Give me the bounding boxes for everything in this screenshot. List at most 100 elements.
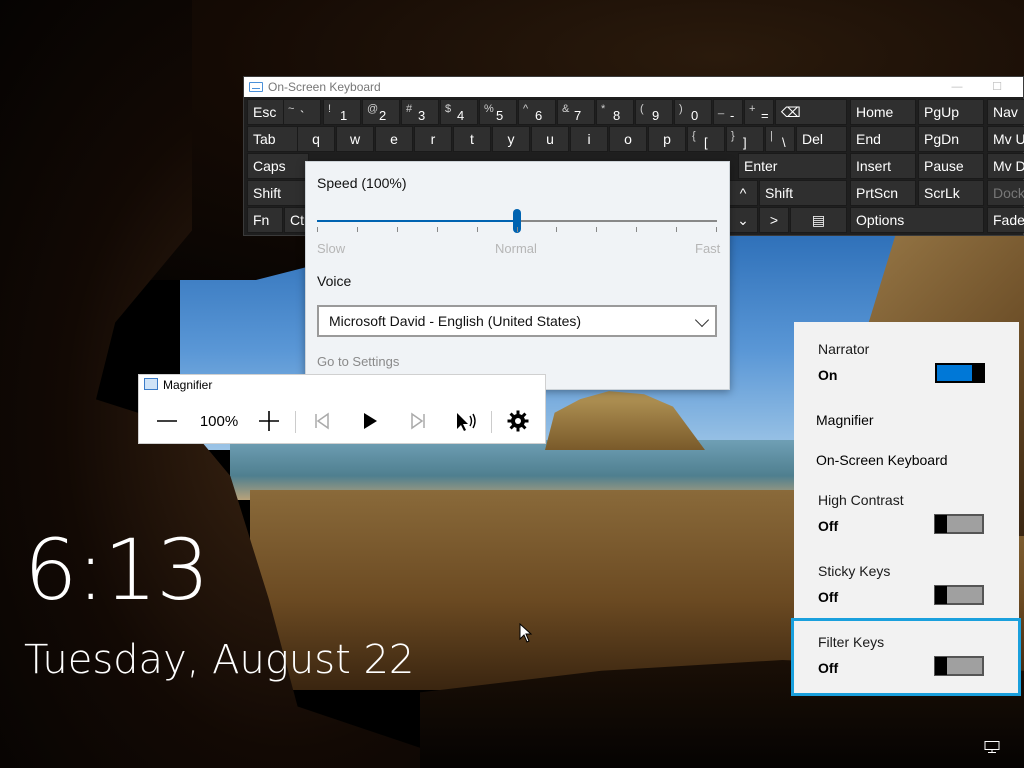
key-3[interactable]: #3 bbox=[401, 99, 439, 125]
slider-tick bbox=[556, 227, 557, 232]
key-left-shift[interactable]: Shift bbox=[247, 180, 307, 206]
key-home[interactable]: Home bbox=[850, 99, 916, 125]
go-to-settings-link[interactable]: Go to Settings bbox=[317, 354, 399, 369]
voice-dropdown[interactable]: Microsoft David - English (United States… bbox=[317, 305, 717, 337]
slider-tick bbox=[357, 227, 358, 232]
key-right-shift[interactable]: Shift bbox=[759, 180, 847, 206]
key-5[interactable]: % 5 bbox=[479, 99, 517, 125]
window-controls: — ☐ bbox=[937, 77, 1017, 97]
key-r[interactable]: r bbox=[414, 126, 452, 152]
key-2[interactable]: @2 bbox=[362, 99, 400, 125]
key-0[interactable]: ) 0 bbox=[674, 99, 712, 125]
key-t[interactable]: t bbox=[453, 126, 491, 152]
key-backtick[interactable]: ~ ` bbox=[283, 99, 321, 125]
speed-min-label: Slow bbox=[317, 241, 346, 256]
key-w[interactable]: w bbox=[336, 126, 374, 152]
key-q[interactable]: q bbox=[297, 126, 335, 152]
key-scrlk[interactable]: ScrLk bbox=[918, 180, 984, 206]
key-8[interactable]: * 8 bbox=[596, 99, 634, 125]
voice-selected-value: Microsoft David - English (United States… bbox=[329, 313, 582, 329]
toolbar-divider bbox=[295, 411, 296, 433]
key-o[interactable]: o bbox=[609, 126, 647, 152]
keyboard-icon bbox=[249, 82, 263, 92]
key-dock[interactable]: Dock bbox=[987, 180, 1024, 206]
key-i[interactable]: i bbox=[570, 126, 608, 152]
toolbar-divider bbox=[491, 411, 492, 433]
key-9[interactable]: (9 bbox=[635, 99, 673, 125]
key-pause[interactable]: Pause bbox=[918, 153, 984, 179]
high-contrast-state: Off bbox=[818, 518, 839, 534]
slider-tick bbox=[596, 227, 597, 232]
network-icon[interactable] bbox=[984, 740, 1000, 753]
key-options[interactable]: Options bbox=[850, 207, 984, 233]
key-equals[interactable]: + = bbox=[744, 99, 774, 125]
speed-slider-fill bbox=[317, 220, 517, 222]
speed-label: Speed (100%) bbox=[317, 175, 407, 191]
key-e[interactable]: e bbox=[375, 126, 413, 152]
key-del[interactable]: Del bbox=[796, 126, 847, 152]
slider-tick bbox=[676, 227, 677, 232]
key-minus[interactable]: _ - bbox=[713, 99, 743, 125]
key-backslash[interactable]: | \ bbox=[765, 126, 795, 152]
key-end[interactable]: End bbox=[850, 126, 916, 152]
key-up-arrow[interactable]: ^ bbox=[728, 180, 758, 206]
minus-icon[interactable] bbox=[151, 403, 183, 439]
gear-icon[interactable] bbox=[501, 403, 535, 439]
toggle-knob bbox=[935, 586, 947, 604]
key-enter[interactable]: Enter bbox=[738, 153, 847, 179]
read-from-cursor-icon[interactable] bbox=[449, 403, 483, 439]
key-mv-up[interactable]: Mv Up bbox=[987, 126, 1024, 152]
sticky-keys-toggle[interactable] bbox=[934, 585, 984, 605]
key-down-arrow[interactable]: ⌄ bbox=[728, 207, 758, 233]
key-u[interactable]: u bbox=[531, 126, 569, 152]
key-pgdn[interactable]: PgDn bbox=[918, 126, 984, 152]
on-screen-keyboard-item[interactable]: On-Screen Keyboard bbox=[816, 452, 948, 468]
key-fade[interactable]: Fade bbox=[987, 207, 1024, 233]
minimize-button[interactable]: — bbox=[937, 77, 977, 97]
magnifier-item[interactable]: Magnifier bbox=[816, 412, 874, 428]
key-caps[interactable]: Caps bbox=[247, 153, 309, 179]
key-right-bracket[interactable]: }] bbox=[726, 126, 764, 152]
key-insert[interactable]: Insert bbox=[850, 153, 916, 179]
key-fn[interactable]: Fn bbox=[247, 207, 283, 233]
key-menu[interactable]: ▤ bbox=[790, 207, 847, 233]
toggle-knob bbox=[972, 364, 984, 382]
backspace-icon: ⌫ bbox=[781, 104, 801, 120]
key-nav[interactable]: Nav bbox=[987, 99, 1024, 125]
key-mv-dn[interactable]: Mv Dn bbox=[987, 153, 1024, 179]
key-pgup[interactable]: PgUp bbox=[918, 99, 984, 125]
key-prtscn[interactable]: PrtScn bbox=[850, 180, 916, 206]
key-y[interactable]: y bbox=[492, 126, 530, 152]
osk-titlebar[interactable]: On-Screen Keyboard — ☐ bbox=[244, 77, 1023, 97]
slider-tick bbox=[397, 227, 398, 232]
key-p[interactable]: p bbox=[648, 126, 686, 152]
plus-icon[interactable] bbox=[253, 403, 285, 439]
narrator-toggle[interactable] bbox=[935, 363, 985, 383]
speed-mid-label: Normal bbox=[495, 241, 537, 256]
narrator-speed-flyout: Speed (100%) Slow Normal Fast Voice Micr… bbox=[305, 161, 730, 390]
magnifier-app-icon bbox=[144, 378, 158, 390]
key-6[interactable]: ^ 6 bbox=[518, 99, 556, 125]
play-icon[interactable] bbox=[355, 403, 385, 439]
zoom-level: 100% bbox=[199, 412, 239, 430]
speed-slider[interactable] bbox=[317, 209, 717, 233]
maximize-button[interactable]: ☐ bbox=[977, 77, 1017, 97]
key-left-bracket[interactable]: {[ bbox=[687, 126, 725, 152]
lockscreen-time: 6:13 bbox=[24, 521, 210, 619]
high-contrast-label: High Contrast bbox=[818, 492, 904, 508]
mouse-pointer-icon bbox=[519, 622, 533, 648]
next-icon[interactable] bbox=[403, 403, 433, 439]
slider-tick bbox=[636, 227, 637, 232]
key-4[interactable]: $4 bbox=[440, 99, 478, 125]
key-7[interactable]: & 7 bbox=[557, 99, 595, 125]
high-contrast-toggle[interactable] bbox=[934, 514, 984, 534]
key-1[interactable]: ! 1 bbox=[323, 99, 361, 125]
key-backspace[interactable]: ⌫ bbox=[775, 99, 847, 125]
slider-tick bbox=[437, 227, 438, 232]
previous-icon[interactable] bbox=[307, 403, 337, 439]
slider-tick bbox=[477, 227, 478, 232]
keyboard-focus-ring bbox=[791, 618, 1021, 696]
key-right-arrow[interactable]: > bbox=[759, 207, 789, 233]
chevron-down-icon bbox=[694, 312, 710, 328]
slider-tick bbox=[317, 227, 318, 232]
